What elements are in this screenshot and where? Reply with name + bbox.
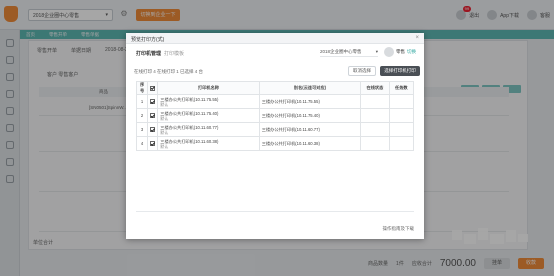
- switch-user-link[interactable]: 切换: [407, 49, 416, 55]
- table-row[interactable]: 3 三楼办公共打印机(10.11.60.77) 默认 三楼办公共打印机(10.1…: [135, 122, 415, 137]
- table-row[interactable]: 1 三楼办公共打印机(10.11.75.55) 默认 三楼办公共打印机(10.1…: [135, 94, 415, 109]
- table-header-row: 序号 打印机名称 别名(云连可对应) 在线状态 任务数: [135, 81, 415, 95]
- table-row[interactable]: 4 三楼办公共打印机(10.11.60.38) 默认 三楼办公共打印机(10.1…: [135, 136, 415, 151]
- user-chip: 零售 切换: [384, 47, 416, 57]
- cancel-selection-button[interactable]: 取消选择: [348, 66, 376, 76]
- row-name-cell: 三楼办公共打印机(10.11.60.77) 默认: [157, 122, 260, 137]
- printer-default-tag: 默认: [160, 101, 169, 107]
- printer-alias: 三楼办公共打印机(10.11.75.40): [258, 108, 362, 123]
- row-checkbox[interactable]: [150, 113, 156, 119]
- printer-tasks: [388, 108, 415, 123]
- row-select[interactable]: [147, 136, 159, 151]
- printer-default-tag: 默认: [160, 115, 169, 121]
- dialog-store-value: 2018企业圈中心零售: [320, 49, 362, 54]
- row-select[interactable]: [147, 108, 159, 123]
- row-select[interactable]: [147, 94, 159, 109]
- printer-status-summary: 在线打印 4 在线打印 1 已选择 4 台: [134, 69, 204, 74]
- dialog-header: 预览打印方(式) ×: [126, 33, 424, 44]
- col-header-tasks: 任务数: [388, 81, 415, 95]
- chevron-down-icon: ▾: [375, 49, 378, 54]
- select-all-checkbox[interactable]: [150, 85, 156, 91]
- row-checkbox[interactable]: [150, 99, 156, 105]
- row-name-cell: 三楼办公共打印机(10.11.75.40) 默认: [157, 108, 260, 123]
- printer-status: [360, 94, 390, 109]
- printer-alias: 三楼办公共打印机(10.11.75.55): [258, 94, 362, 109]
- select-printer-print-button[interactable]: 选择打印机打印: [380, 66, 420, 76]
- printer-table: 序号 打印机名称 别名(云连可对应) 在线状态 任务数 1 三楼办公共打印机(1…: [135, 81, 415, 151]
- col-header-alias: 别名(云连可对应): [258, 81, 362, 95]
- dialog-tabs: 打印机管理 打印模板 2018企业圈中心零售 ▾ 零售 切换: [126, 44, 424, 60]
- divider: [136, 211, 414, 212]
- printer-status: [360, 136, 390, 151]
- col-header-name: 打印机名称: [157, 81, 260, 95]
- printer-status: [360, 122, 390, 137]
- printer-status: [360, 108, 390, 123]
- printer-tasks: [388, 94, 415, 109]
- printer-alias: 三楼办公共打印机(10.11.60.38): [258, 136, 362, 151]
- row-no: 4: [135, 136, 149, 151]
- row-name-cell: 三楼办公共打印机(10.11.60.38) 默认: [157, 136, 260, 151]
- printer-default-tag: 默认: [160, 143, 169, 149]
- col-header-select[interactable]: [147, 81, 159, 95]
- user-name: 零售: [396, 49, 405, 54]
- guide-download-link[interactable]: 操作指南及下载: [383, 226, 415, 232]
- row-name-cell: 三楼办公共打印机(10.11.75.55) 默认: [157, 94, 260, 109]
- table-row[interactable]: 2 三楼办公共打印机(10.11.75.40) 默认 三楼办公共打印机(10.1…: [135, 108, 415, 123]
- tab-print-template[interactable]: 打印模板: [164, 50, 184, 57]
- row-checkbox[interactable]: [150, 127, 156, 133]
- printer-alias: 三楼办公共打印机(10.11.60.77): [258, 122, 362, 137]
- col-header-no: 序号: [135, 81, 149, 95]
- close-icon[interactable]: ×: [415, 35, 419, 41]
- dialog-title: 预览打印方(式): [131, 37, 165, 43]
- row-select[interactable]: [147, 122, 159, 137]
- printer-select-dialog: 预览打印方(式) × 打印机管理 打印模板 2018企业圈中心零售 ▾ 零售 切…: [126, 33, 424, 239]
- row-no: 2: [135, 108, 149, 123]
- printer-tasks: [388, 122, 415, 137]
- col-header-status: 在线状态: [360, 81, 390, 95]
- printer-default-tag: 默认: [160, 129, 169, 135]
- avatar: [384, 47, 394, 57]
- row-checkbox[interactable]: [150, 141, 156, 147]
- printer-tasks: [388, 136, 415, 151]
- row-no: 1: [135, 94, 149, 109]
- tab-printer-management[interactable]: 打印机管理: [136, 50, 161, 57]
- dialog-store-select[interactable]: 2018企业圈中心零售 ▾: [320, 49, 378, 57]
- row-no: 3: [135, 122, 149, 137]
